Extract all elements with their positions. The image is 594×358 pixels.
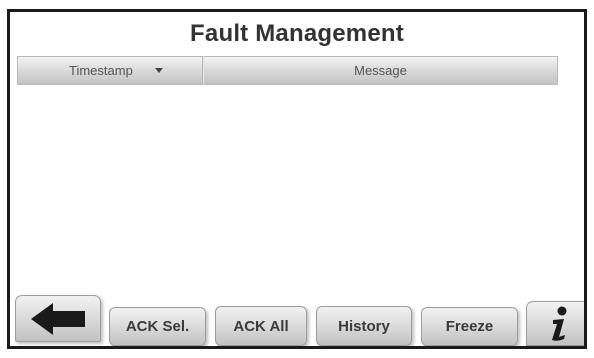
back-button[interactable] <box>15 295 101 342</box>
freeze-button[interactable]: Freeze <box>421 307 518 346</box>
left-arrow-icon <box>31 302 85 335</box>
ack-all-button[interactable]: ACK All <box>215 306 307 346</box>
column-header-message[interactable]: Message <box>203 56 558 85</box>
column-header-timestamp[interactable]: Timestamp <box>17 56 203 85</box>
ack-selected-label: ACK Sel. <box>125 318 190 335</box>
ack-selected-button[interactable]: ACK Sel. <box>109 307 206 346</box>
page-title: Fault Management <box>190 20 404 47</box>
ack-all-label: ACK All <box>233 317 289 335</box>
info-button[interactable] <box>526 301 584 346</box>
freeze-label: Freeze <box>445 318 494 335</box>
alarm-table-body[interactable] <box>17 85 558 299</box>
column-header-timestamp-label: Timestamp <box>69 63 133 78</box>
column-header-message-label: Message <box>354 63 407 78</box>
bottom-toolbar: ACK Sel. ACK All History Freeze <box>10 295 584 346</box>
alarm-table-header: Timestamp Message <box>17 56 558 85</box>
sort-descending-icon <box>154 68 163 73</box>
fault-management-panel: Fault Management Timestamp Message ACK S… <box>7 9 587 349</box>
history-button[interactable]: History <box>316 306 412 346</box>
info-icon <box>551 306 566 341</box>
history-label: History <box>338 317 390 335</box>
